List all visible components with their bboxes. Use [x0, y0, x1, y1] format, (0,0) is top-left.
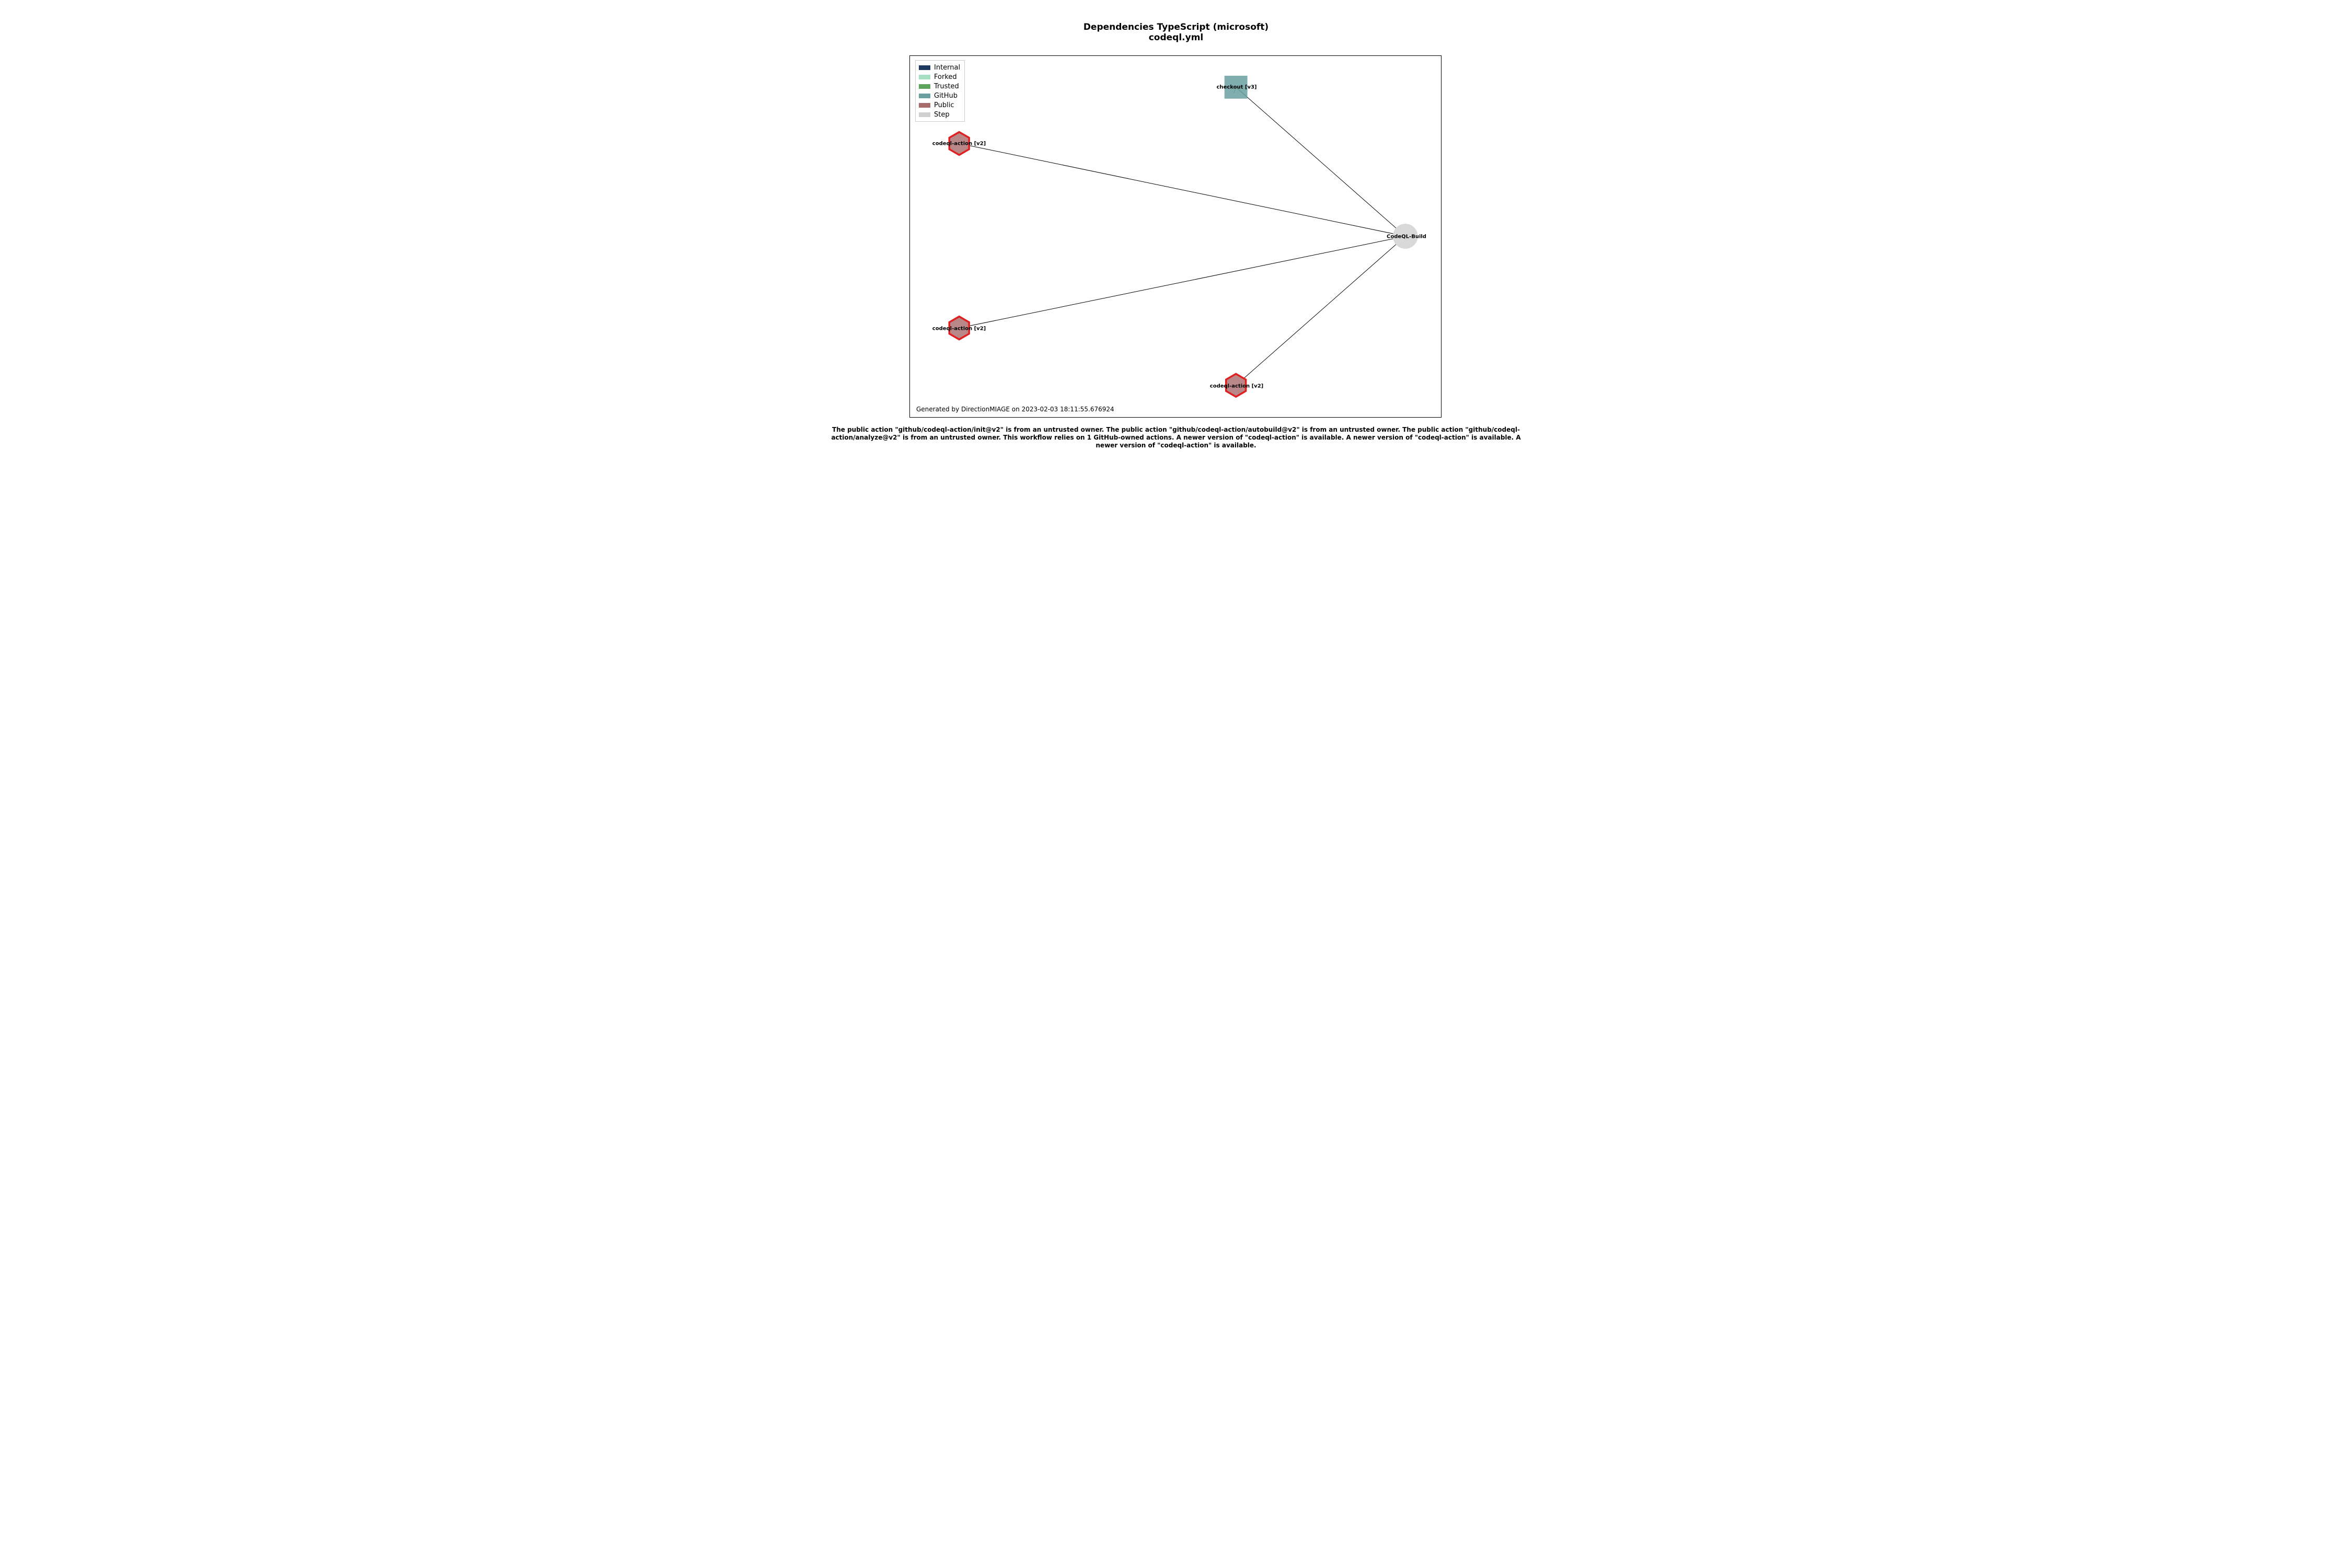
generated-note: Generated by DirectionMIAGE on 2023-02-0… — [916, 406, 1114, 413]
title-line-1: Dependencies TypeScript (microsoft) — [1083, 22, 1269, 32]
edge — [1236, 236, 1405, 385]
node-label: codeql-action [v2] — [932, 326, 986, 332]
node-label: checkout [v3] — [1216, 85, 1256, 90]
node-label: codeql-action [v2] — [932, 141, 986, 147]
edges — [959, 87, 1405, 385]
edge — [959, 144, 1405, 236]
edge — [959, 236, 1405, 328]
dependency-graph — [910, 56, 1441, 417]
node-label-hub: CodeQL-Build — [1387, 234, 1426, 240]
title-line-2: codeql.yml — [1149, 32, 1204, 43]
node-label: codeql-action [v2] — [1210, 384, 1263, 389]
chart-title: Dependencies TypeScript (microsoft) code… — [823, 22, 1529, 43]
page: Dependencies TypeScript (microsoft) code… — [823, 0, 1529, 470]
footer-warning: The public action "github/codeql-action/… — [823, 426, 1529, 449]
edge — [1236, 87, 1405, 236]
plot-area: Internal Forked Trusted GitHub Public St… — [909, 55, 1442, 418]
